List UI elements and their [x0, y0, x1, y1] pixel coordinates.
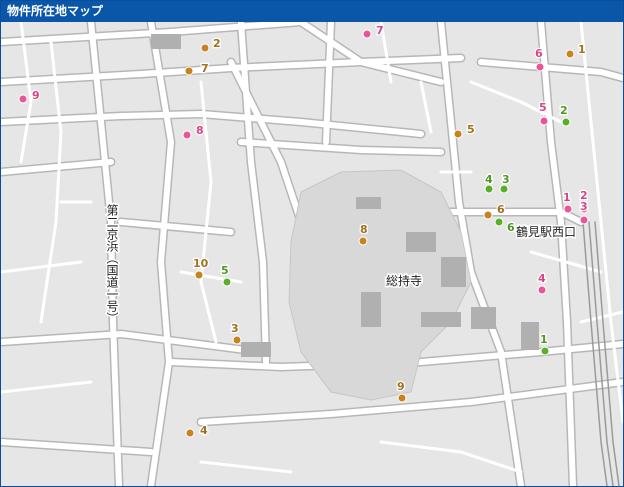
marker-dot[interactable]: [182, 130, 192, 140]
marker-dot[interactable]: [362, 29, 372, 39]
marker-label: 6: [507, 221, 515, 234]
marker-label: 3: [580, 200, 588, 213]
marker-label: 6: [535, 47, 543, 60]
marker-label: 1: [578, 43, 586, 56]
temple-label: 総持寺: [386, 273, 422, 288]
property-marker[interactable]: 2: [200, 36, 222, 53]
property-marker[interactable]: 6: [494, 217, 516, 235]
property-marker[interactable]: 7: [362, 23, 385, 39]
marker-dot[interactable]: [185, 428, 195, 438]
property-marker[interactable]: 8: [358, 222, 369, 246]
marker-label: 4: [538, 272, 546, 285]
marker-dot[interactable]: [18, 94, 28, 104]
marker-label: 7: [201, 62, 209, 75]
marker-label: 5: [221, 264, 229, 277]
property-marker[interactable]: 6: [534, 46, 545, 72]
marker-label: 1: [563, 191, 571, 204]
marker-dot[interactable]: [222, 277, 232, 287]
marker-dot[interactable]: [232, 335, 242, 345]
map-svg[interactable]: 第二京浜（国道一号） 総持寺 鶴見駅西口 12754 36681053942176…: [1, 22, 623, 486]
marker-label: 8: [360, 223, 368, 236]
marker-dot[interactable]: [540, 346, 550, 356]
marker-dot[interactable]: [200, 43, 210, 53]
marker-dot[interactable]: [539, 116, 549, 126]
marker-label: 3: [231, 322, 239, 335]
marker-label: 4: [200, 424, 208, 437]
marker-dot[interactable]: [537, 285, 547, 295]
property-marker[interactable]: 4: [537, 271, 547, 295]
marker-dot[interactable]: [397, 393, 407, 403]
marker-dot[interactable]: [565, 49, 575, 59]
property-marker[interactable]: 3: [230, 321, 242, 345]
marker-label: 4: [485, 173, 493, 186]
property-marker[interactable]: 3: [499, 172, 511, 194]
property-marker[interactable]: 4: [185, 423, 209, 438]
marker-dot[interactable]: [579, 215, 589, 225]
marker-label: 7: [376, 24, 384, 37]
route-label: 第二京浜（国道一号）: [105, 204, 119, 324]
marker-dot[interactable]: [358, 236, 368, 246]
marker-label: 2: [213, 37, 221, 50]
marker-dot[interactable]: [494, 217, 504, 227]
property-marker[interactable]: 5: [453, 122, 476, 139]
marker-dot[interactable]: [484, 184, 494, 194]
marker-dot[interactable]: [563, 204, 573, 214]
map-panel: 物件所在地マップ 第二京浜（国道一号） 総持寺 鶴見駅西口 1 2 7 5 4 …: [0, 0, 624, 487]
marker-dot[interactable]: [561, 117, 571, 127]
marker-dot[interactable]: [483, 210, 493, 220]
marker-dot[interactable]: [184, 66, 194, 76]
marker-label: 10: [193, 257, 209, 270]
marker-dot[interactable]: [453, 129, 463, 139]
property-marker[interactable]: 1: [562, 190, 573, 214]
panel-title: 物件所在地マップ: [1, 1, 623, 22]
marker-label: 1: [540, 333, 548, 346]
marker-label: 3: [502, 173, 510, 186]
property-marker[interactable]: 5: [538, 100, 549, 126]
property-marker[interactable]: 4: [484, 172, 494, 194]
marker-dot[interactable]: [499, 184, 509, 194]
property-marker[interactable]: 1: [565, 42, 587, 59]
property-marker[interactable]: 1: [539, 332, 550, 356]
property-marker[interactable]: 9: [396, 379, 407, 403]
property-marker[interactable]: 8: [182, 123, 205, 140]
marker-dot[interactable]: [194, 270, 204, 280]
map-canvas[interactable]: 第二京浜（国道一号） 総持寺 鶴見駅西口 1 2 7 5 4 3 6 6 8 10 5 3 9 4 2 1 7 6…: [1, 22, 623, 486]
marker-label: 6: [497, 203, 505, 216]
marker-label: 5: [539, 101, 547, 114]
property-marker[interactable]: 3: [579, 199, 589, 225]
marker-dot[interactable]: [535, 62, 545, 72]
marker-label: 9: [397, 380, 405, 393]
marker-label: 8: [196, 124, 204, 137]
marker-label: 5: [467, 123, 475, 136]
marker-label: 2: [560, 104, 568, 117]
property-marker[interactable]: 5: [220, 263, 232, 287]
marker-label: 9: [32, 89, 40, 102]
station-label: 鶴見駅西口: [516, 224, 576, 239]
